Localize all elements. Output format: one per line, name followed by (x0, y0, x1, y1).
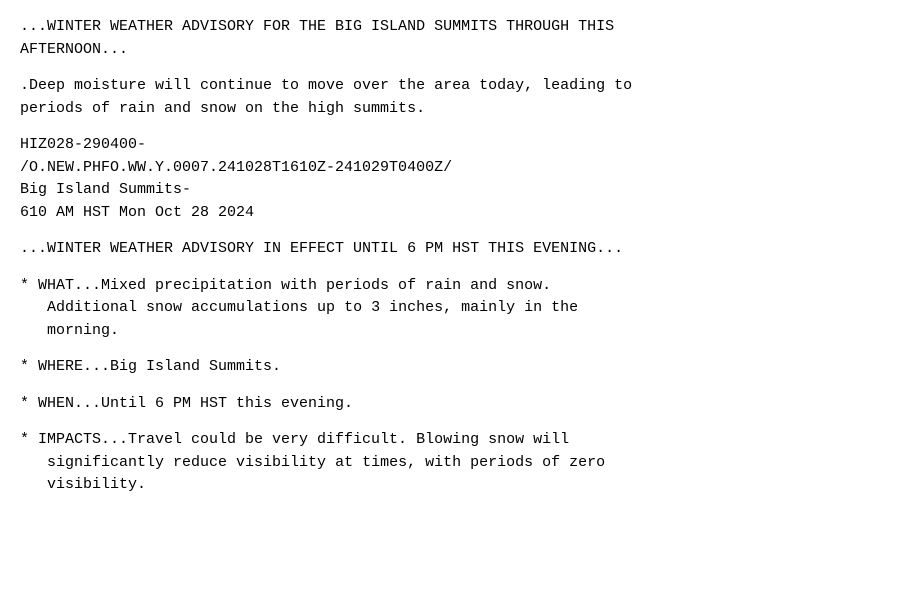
advisory-line-blank4 (20, 261, 902, 275)
advisory-line-blank7 (20, 415, 902, 429)
weather-advisory-content: ...WINTER WEATHER ADVISORY FOR THE BIG I… (20, 16, 902, 497)
advisory-line-blank3 (20, 224, 902, 238)
advisory-line-headline2: ...WINTER WEATHER ADVISORY IN EFFECT UNT… (20, 238, 902, 261)
advisory-line-when: * WHEN...Until 6 PM HST this evening. (20, 393, 902, 416)
advisory-line-headline1: ...WINTER WEATHER ADVISORY FOR THE BIG I… (20, 16, 902, 61)
advisory-line-blank5 (20, 342, 902, 356)
advisory-line-where: * WHERE...Big Island Summits. (20, 356, 902, 379)
advisory-line-impacts: * IMPACTS...Travel could be very difficu… (20, 429, 902, 497)
advisory-line-blank2 (20, 120, 902, 134)
advisory-line-what: * WHAT...Mixed precipitation with period… (20, 275, 902, 343)
advisory-line-blank6 (20, 379, 902, 393)
advisory-line-blank1 (20, 61, 902, 75)
advisory-line-meta: HIZ028-290400- /O.NEW.PHFO.WW.Y.0007.241… (20, 134, 902, 224)
advisory-line-intro: .Deep moisture will continue to move ove… (20, 75, 902, 120)
